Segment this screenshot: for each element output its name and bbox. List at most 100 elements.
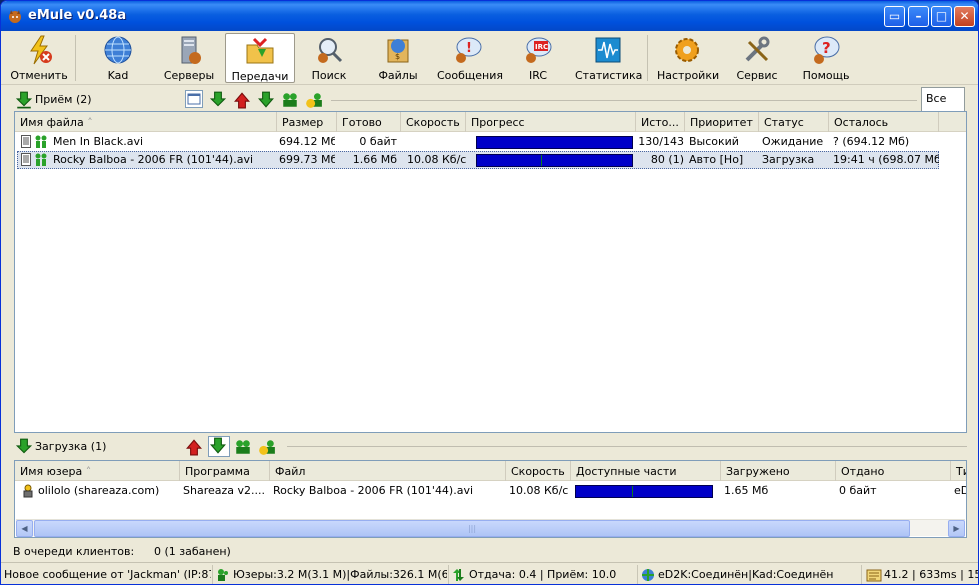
col-priority[interactable]: Приоритет bbox=[685, 112, 759, 132]
download-row-selected[interactable]: Rocky Balboa - 2006 FR (101'44).avi 699.… bbox=[17, 151, 939, 169]
uploads-list[interactable]: Имя юзера ˄ Программа Файл Скорость Дост… bbox=[14, 460, 967, 538]
statistics-icon bbox=[595, 37, 621, 63]
close-button[interactable]: ✕ bbox=[954, 6, 975, 27]
download-list-icon[interactable] bbox=[209, 91, 227, 109]
search-button[interactable]: Поиск bbox=[305, 33, 353, 83]
transfers-button[interactable]: Передачи bbox=[225, 33, 295, 83]
col-uploaded[interactable]: Загружено bbox=[721, 461, 836, 481]
queue-clients-icon[interactable] bbox=[305, 91, 323, 109]
col-filename[interactable]: Имя файла ˄ bbox=[15, 112, 277, 132]
download-sources: 130/143 bbox=[638, 135, 684, 148]
col-progress[interactable]: Прогресс bbox=[466, 112, 636, 132]
tray-button[interactable]: ▭ bbox=[884, 6, 905, 27]
cancel-button[interactable]: Отменить bbox=[7, 33, 71, 83]
servers-button[interactable]: Серверы bbox=[161, 33, 217, 83]
svg-text:$: $ bbox=[395, 52, 400, 61]
col-remaining[interactable]: Осталось bbox=[829, 112, 939, 132]
download-filename: Men In Black.avi bbox=[53, 135, 144, 148]
help-icon: ? bbox=[814, 36, 840, 64]
upload-arrow-icon[interactable] bbox=[185, 438, 203, 456]
maximize-button[interactable]: □ bbox=[931, 6, 952, 27]
col-client[interactable]: Программа bbox=[180, 461, 270, 481]
col-type[interactable]: Ти bbox=[951, 461, 966, 481]
upload-uploaded: 1.65 Мб bbox=[724, 484, 769, 497]
scroll-left-button[interactable]: ◀ bbox=[16, 520, 33, 537]
title-bar[interactable]: eMule v0.48a ▭ – □ ✕ bbox=[1, 1, 978, 31]
download-priority: Авто [Но] bbox=[689, 153, 744, 166]
statistics-button[interactable]: Статистика bbox=[575, 33, 642, 83]
uploads-horizontal-scrollbar[interactable]: ◀ ||| ▶ bbox=[16, 519, 965, 537]
status-message[interactable]: Новое сообщение от 'Jackman' (IP:87.18 bbox=[1, 565, 211, 584]
status-network: eD2K:Соединён|Kad:Соединён bbox=[637, 565, 857, 584]
window-title: eMule v0.48a bbox=[28, 8, 127, 23]
download-remaining: ? (694.12 Мб) bbox=[833, 135, 910, 148]
upload-client: Shareaza v2.... bbox=[183, 484, 265, 497]
downloads-title: Приём (2) bbox=[35, 93, 92, 106]
col-sent[interactable]: Отдано bbox=[836, 461, 951, 481]
tab-all[interactable]: Все bbox=[921, 87, 965, 111]
download-done: 1.66 Мб bbox=[352, 153, 397, 166]
files-button[interactable]: $ Файлы bbox=[373, 33, 423, 83]
queue-clients-icon[interactable] bbox=[258, 438, 276, 456]
messages-button[interactable]: ! Сообщения bbox=[437, 33, 503, 83]
queue-label: В очереди клиентов: bbox=[13, 545, 135, 558]
tools-wrench-icon bbox=[745, 36, 770, 62]
col-speed[interactable]: Скорость bbox=[401, 112, 466, 132]
notepad-icon bbox=[866, 569, 882, 582]
user-icon bbox=[23, 484, 33, 498]
upload-arrow-icon[interactable] bbox=[233, 91, 251, 109]
queue-value: 0 (1 забанен) bbox=[154, 545, 231, 558]
svg-text:?: ? bbox=[822, 39, 831, 57]
downloads-list[interactable]: Имя файла ˄ Размер Готово Скорость Прогр… bbox=[14, 111, 967, 433]
settings-button[interactable]: Настройки bbox=[657, 33, 719, 83]
clients-icon[interactable] bbox=[234, 438, 252, 456]
down-arrow-icon[interactable] bbox=[257, 91, 275, 109]
file-icon bbox=[21, 135, 31, 148]
status-rates: Отдача: 0.4 | Приём: 10.0 bbox=[448, 565, 636, 584]
svg-text:IRC: IRC bbox=[535, 43, 548, 51]
sort-arrow-icon: ˄ bbox=[87, 116, 93, 129]
scroll-thumb[interactable]: ||| bbox=[34, 520, 910, 537]
view-toggle-button[interactable] bbox=[185, 90, 203, 108]
sort-arrow-icon: ˄ bbox=[85, 465, 92, 478]
col-speed[interactable]: Скорость bbox=[506, 461, 571, 481]
download-speed: 10.08 Кб/с bbox=[407, 153, 467, 166]
status-bar: Новое сообщение от 'Jackman' (IP:87.18 Ю… bbox=[1, 562, 978, 584]
downloads-divider bbox=[331, 100, 917, 101]
status-users-files: Юзеры:3.2 M(3.1 M)|Файлы:326.1 M(610.3 bbox=[212, 565, 447, 584]
globe-icon bbox=[104, 36, 132, 64]
status-ping: 41.2 | 633ms | 158 bbox=[861, 565, 978, 584]
col-file[interactable]: Файл bbox=[270, 461, 506, 481]
col-username[interactable]: Имя юзера ˄ bbox=[15, 461, 180, 481]
uploads-list-header: Имя юзера ˄ Программа Файл Скорость Дост… bbox=[15, 461, 966, 481]
gear-icon bbox=[675, 38, 699, 62]
upload-type: eD bbox=[954, 484, 966, 497]
updown-arrows-icon bbox=[453, 569, 464, 581]
col-sources[interactable]: Исто... bbox=[636, 112, 685, 132]
download-progress-bar bbox=[476, 136, 633, 149]
minimize-button[interactable]: – bbox=[908, 6, 929, 27]
kad-button[interactable]: Kad bbox=[91, 33, 145, 83]
irc-icon: IRC bbox=[526, 37, 552, 63]
col-status[interactable]: Статус bbox=[759, 112, 829, 132]
progress-segment bbox=[541, 155, 542, 166]
download-view-button[interactable] bbox=[208, 436, 230, 457]
file-icon bbox=[21, 153, 31, 166]
irc-button[interactable]: IRC IRC bbox=[515, 33, 561, 83]
download-row[interactable]: Men In Black.avi 694.12 Мб 0 байт 130/14… bbox=[17, 133, 939, 151]
upload-row[interactable]: olilolo (shareaza.com) Shareaza v2.... R… bbox=[17, 482, 966, 500]
col-parts[interactable]: Доступные части bbox=[571, 461, 721, 481]
help-button[interactable]: ? Помощь bbox=[801, 33, 851, 83]
uploads-header: Загрузка (1) bbox=[1, 434, 978, 460]
tools-button[interactable]: Сервис bbox=[733, 33, 781, 83]
download-filename: Rocky Balboa - 2006 FR (101'44).avi bbox=[53, 153, 254, 166]
users-icon bbox=[218, 569, 228, 581]
clients-icon[interactable] bbox=[281, 91, 299, 109]
download-done: 0 байт bbox=[359, 135, 397, 148]
download-sources: 80 (1) bbox=[650, 153, 684, 166]
col-size[interactable]: Размер bbox=[277, 112, 337, 132]
scroll-right-button[interactable]: ▶ bbox=[948, 520, 965, 537]
downloads-list-header: Имя файла ˄ Размер Готово Скорость Прогр… bbox=[15, 112, 966, 132]
shared-files-icon: $ bbox=[387, 39, 409, 63]
col-done[interactable]: Готово bbox=[337, 112, 401, 132]
